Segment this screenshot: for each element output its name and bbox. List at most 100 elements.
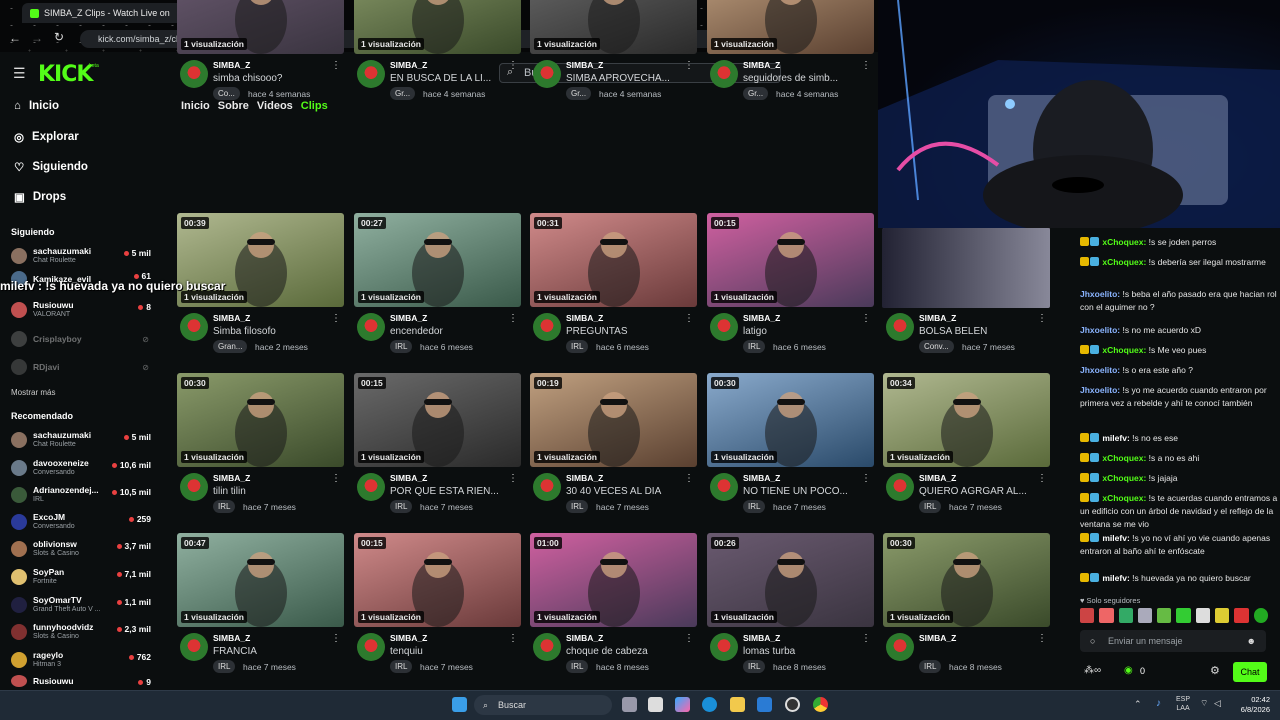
channel-avatar[interactable] — [357, 473, 385, 501]
clip-channel-name[interactable]: SIMBA_Z — [743, 313, 780, 323]
clip-thumbnail[interactable]: 00:19 1 visualización — [530, 373, 697, 467]
chat-username[interactable]: xChoquex: — [1102, 345, 1146, 355]
channel-avatar[interactable] — [180, 633, 208, 661]
chat-username[interactable]: xChoquex: — [1102, 237, 1146, 247]
clip-card[interactable]: 00:27 1 visualización SIMBA_Z encendedor IRL… — [354, 213, 521, 373]
emote-icon[interactable] — [1234, 608, 1249, 623]
clip-title[interactable]: lomas turba — [743, 646, 795, 657]
clip-more-icon[interactable]: ⋮ — [1037, 473, 1047, 484]
channel-avatar[interactable] — [533, 473, 561, 501]
volume-icon[interactable]: ◁ — [1214, 698, 1221, 709]
clip-category-tag[interactable]: Gr... — [743, 87, 769, 100]
clip-channel-name[interactable]: SIMBA_Z — [919, 313, 956, 323]
channel-avatar[interactable] — [710, 313, 738, 341]
clip-thumbnail[interactable]: 00:26 1 visualización — [707, 533, 874, 627]
clip-category-tag[interactable]: IRL — [566, 500, 589, 513]
clip-thumbnail[interactable]: 1 visualización — [707, 0, 874, 54]
chat-username[interactable]: Jhxoelito: — [1080, 385, 1120, 395]
clip-category-tag[interactable]: IRL — [566, 660, 589, 673]
clip-more-icon[interactable]: ⋮ — [684, 313, 694, 324]
clip-channel-name[interactable]: SIMBA_Z — [390, 313, 427, 323]
taskbar-search[interactable]: ⌕ Buscar — [474, 695, 612, 715]
clip-category-tag[interactable]: IRL — [213, 500, 236, 513]
clip-more-icon[interactable]: ⋮ — [1037, 313, 1047, 324]
clip-card[interactable]: 00:30 1 visualización SIMBA_Z tilin tilin IR… — [177, 373, 344, 533]
recommended-channel[interactable]: oblivionsw Slots & Casino 3,7 mil — [11, 538, 151, 560]
clip-more-icon[interactable]: ⋮ — [684, 633, 694, 644]
chat-input[interactable]: ○ Enviar un mensaje ☻ — [1080, 630, 1266, 652]
clip-title[interactable]: simba chisooo? — [213, 73, 282, 84]
channel-avatar[interactable] — [710, 60, 738, 88]
system-clock[interactable]: 02:42 6/8/2026 — [1232, 695, 1270, 715]
clip-category-tag[interactable]: IRL — [919, 500, 942, 513]
clip-more-icon[interactable]: ⋮ — [508, 633, 518, 644]
clip-channel-name[interactable]: SIMBA_Z — [919, 473, 956, 483]
clip-channel-name[interactable]: SIMBA_Z — [213, 60, 250, 70]
clip-category-tag[interactable]: IRL — [919, 660, 942, 673]
clip-title[interactable]: NO TIENE UN POCO... — [743, 486, 848, 497]
widgets-icon[interactable] — [648, 697, 663, 712]
emote-icon[interactable] — [1215, 608, 1230, 623]
clip-card[interactable]: 00:19 1 visualización SIMBA_Z 30 40 VECES A… — [530, 373, 697, 533]
clip-channel-name[interactable]: SIMBA_Z — [390, 473, 427, 483]
clip-title[interactable]: encendedor — [390, 326, 443, 337]
clip-more-icon[interactable]: ⋮ — [331, 473, 341, 484]
task-view-icon[interactable] — [622, 697, 637, 712]
clip-category-tag[interactable]: Gr... — [390, 87, 416, 100]
channel-avatar[interactable] — [180, 473, 208, 501]
clip-channel-name[interactable]: SIMBA_Z — [213, 313, 250, 323]
recommended-channel[interactable]: Adrianozendej... IRL 10,5 mil — [11, 484, 151, 506]
clip-thumbnail[interactable]: 00:31 1 visualización — [530, 213, 697, 307]
clip-channel-name[interactable]: SIMBA_Z — [566, 633, 603, 643]
link-icon[interactable]: ⁂∞ — [1084, 665, 1101, 676]
clip-card[interactable]: 00:15 1 visualización SIMBA_Z POR QUE ESTA … — [354, 373, 521, 533]
clip-title[interactable]: SIMBA APROVECHA... — [566, 73, 670, 84]
clip-thumbnail[interactable]: 00:30 1 visualización — [883, 533, 1050, 627]
clip-thumbnail[interactable]: 00:15 1 visualización — [354, 533, 521, 627]
clip-category-tag[interactable]: IRL — [566, 340, 589, 353]
clip-channel-name[interactable]: SIMBA_Z — [213, 633, 250, 643]
chat-username[interactable]: xChoquex: — [1102, 257, 1146, 267]
clip-title[interactable]: QUIERO AGRGAR AL... — [919, 486, 1027, 497]
clip-category-tag[interactable]: IRL — [743, 500, 766, 513]
clip-card[interactable]: 00:15 1 visualización SIMBA_Z latigo IRL hace… — [707, 213, 874, 373]
edge-icon[interactable] — [702, 697, 717, 712]
chat-username[interactable]: xChoquex: — [1102, 473, 1146, 483]
chat-username[interactable]: milefv: — [1102, 573, 1129, 583]
clip-title[interactable]: PREGUNTAS — [566, 326, 628, 337]
clip-thumbnail[interactable]: 00:47 1 visualización — [177, 533, 344, 627]
clip-category-tag[interactable]: Gr... — [566, 87, 592, 100]
clip-more-icon[interactable]: ⋮ — [684, 60, 694, 71]
recommended-channel[interactable]: SoyOmarTV Grand Theft Auto V ... 1,1 mil — [11, 594, 151, 616]
clip-thumbnail[interactable]: 00:30 1 visualización — [177, 373, 344, 467]
emote-icon[interactable] — [1157, 608, 1172, 623]
clip-card[interactable]: 1 visualización SIMBA_Z simba chisooo? Co..… — [177, 0, 344, 120]
clip-category-tag[interactable]: IRL — [743, 660, 766, 673]
clip-card[interactable]: 00:15 1 visualización SIMBA_Z tenquiu IRL hac… — [354, 533, 521, 693]
clip-card[interactable]: 1 visualización SIMBA_Z seguidores de simb… — [707, 0, 874, 120]
emote-icon[interactable] — [1080, 608, 1095, 623]
recommended-channel[interactable]: ExcoJM Conversando 259 — [11, 511, 151, 533]
channel-avatar[interactable] — [533, 313, 561, 341]
clip-channel-name[interactable]: SIMBA_Z — [743, 473, 780, 483]
copilot-icon[interactable] — [675, 697, 690, 712]
clip-card[interactable]: 00:47 1 visualización SIMBA_Z FRANCIA IRL hac… — [177, 533, 344, 693]
chat-username[interactable]: xChoquex: — [1102, 493, 1146, 503]
clip-title[interactable]: latigo — [743, 326, 767, 337]
clip-card[interactable]: 00:26 1 visualización SIMBA_Z lomas turba IR… — [707, 533, 874, 693]
browser-tab[interactable]: SIMBA_Z Clips - Watch Live on × — [22, 3, 190, 23]
clip-more-icon[interactable]: ⋮ — [861, 633, 871, 644]
following-channel-offline[interactable]: Crisplayboy ⊘ — [11, 328, 151, 350]
recommended-channel[interactable]: funnyhoodvidz Slots & Casino 2,3 mil — [11, 621, 151, 643]
clip-title[interactable]: seguidores de simb... — [743, 73, 838, 84]
clip-more-icon[interactable]: ⋮ — [508, 313, 518, 324]
clip-channel-name[interactable]: SIMBA_Z — [919, 633, 956, 643]
wifi-icon[interactable]: ⌔ — [1200, 698, 1208, 709]
clip-card[interactable]: 1 visualización SIMBA_Z EN BUSCA DE LA LI.… — [354, 0, 521, 120]
channel-avatar[interactable] — [533, 633, 561, 661]
clip-more-icon[interactable]: ⋮ — [331, 633, 341, 644]
emote-icon[interactable] — [1195, 608, 1211, 623]
clip-category-tag[interactable]: IRL — [743, 340, 766, 353]
clip-category-tag[interactable]: IRL — [213, 660, 236, 673]
emote-icon[interactable] — [1118, 608, 1133, 623]
